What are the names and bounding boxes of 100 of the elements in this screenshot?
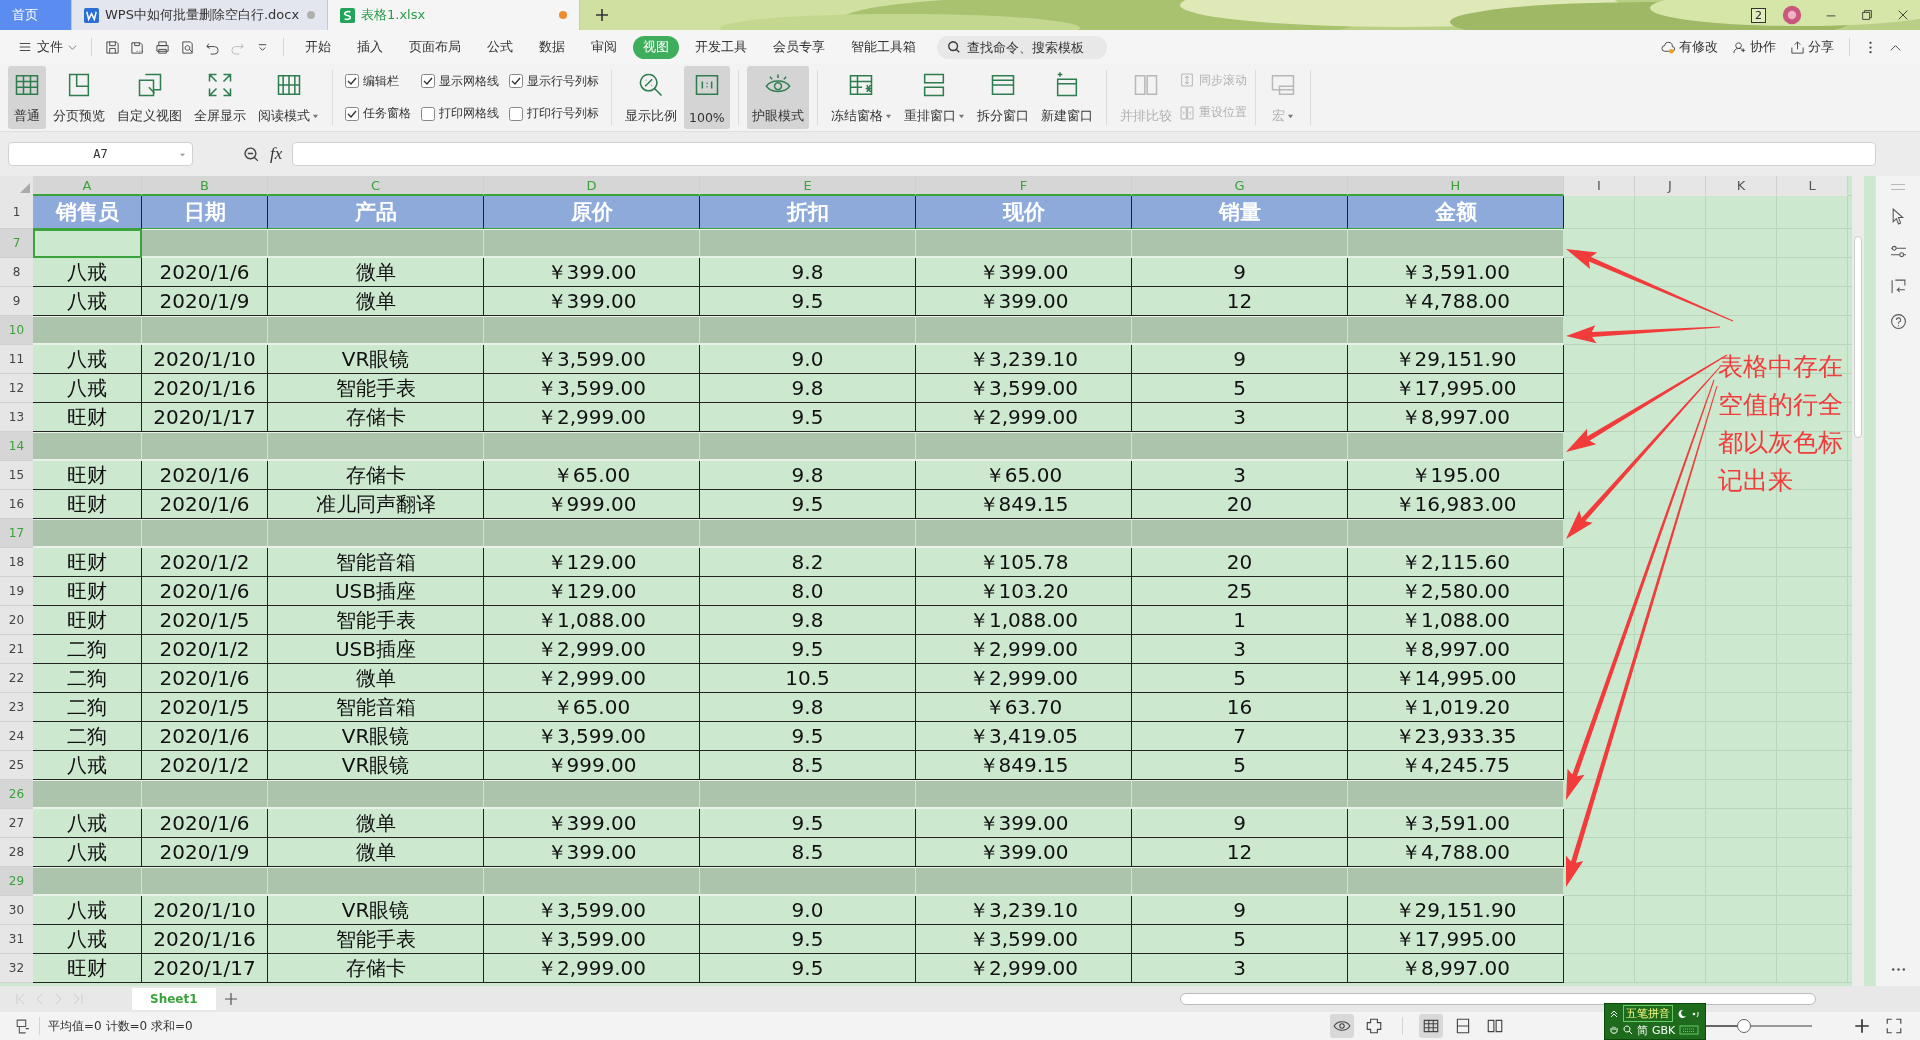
name-box[interactable]: A7 bbox=[8, 142, 193, 166]
row-number[interactable]: 23 bbox=[0, 693, 33, 722]
checkbox-label[interactable]: 打印网格线 bbox=[439, 105, 499, 123]
column-header[interactable]: K bbox=[1706, 176, 1777, 196]
add-tab-icon[interactable] bbox=[594, 7, 610, 23]
window-count-badge[interactable]: 2 bbox=[1751, 7, 1766, 23]
ime-toolbar[interactable]: 五笔拼音 简 GBK bbox=[1604, 1003, 1706, 1040]
search-field[interactable]: 查找命令、搜索模板 bbox=[937, 35, 1107, 59]
row-number[interactable]: 19 bbox=[0, 577, 33, 606]
toolbar-button[interactable]: 分享 bbox=[1790, 38, 1834, 56]
moon-icon[interactable] bbox=[1677, 1008, 1687, 1019]
eye-icon[interactable] bbox=[1330, 1014, 1354, 1038]
ribbon-tab[interactable]: 开始 bbox=[295, 35, 341, 59]
ribbon-button[interactable]: 护眼模式 bbox=[746, 66, 809, 129]
ribbon-tab[interactable]: 公式 bbox=[477, 35, 523, 59]
file-menu[interactable]: 文件 bbox=[12, 38, 83, 56]
ribbon-tab[interactable]: 审阅 bbox=[581, 35, 627, 59]
zoom-icon[interactable] bbox=[243, 145, 260, 163]
column-header[interactable]: I bbox=[1564, 176, 1635, 196]
ribbon-button[interactable]: 拆分窗口 bbox=[971, 66, 1034, 129]
ribbon-button[interactable]: 100% bbox=[684, 66, 730, 129]
row-number[interactable]: 27 bbox=[0, 809, 33, 838]
checkbox-label[interactable]: 显示行号列标 bbox=[527, 72, 599, 90]
ribbon-button[interactable]: 新建窗口 bbox=[1035, 66, 1098, 129]
row-number[interactable]: 12 bbox=[0, 374, 33, 403]
row-number[interactable]: 24 bbox=[0, 722, 33, 751]
row-number[interactable]: 25 bbox=[0, 751, 33, 780]
ribbon-button[interactable]: 阅读模式 bbox=[253, 66, 324, 129]
hand-icon[interactable] bbox=[1609, 1025, 1619, 1036]
checkbox[interactable] bbox=[345, 106, 359, 121]
caret-icon bbox=[1286, 113, 1294, 120]
ribbon-button[interactable]: 普通 bbox=[8, 66, 46, 129]
column-header[interactable]: J bbox=[1635, 176, 1706, 196]
ribbon-button[interactable]: 冻结窗格 bbox=[825, 66, 897, 129]
file-tab[interactable]: WPS中如何批量删除空白行.docx bbox=[72, 0, 328, 30]
toolbar-button[interactable]: 协作 bbox=[1732, 38, 1776, 56]
checkbox[interactable] bbox=[421, 106, 435, 121]
table-cell: 旺财 bbox=[33, 954, 142, 983]
row-number[interactable]: 30 bbox=[0, 896, 33, 925]
row-number[interactable]: 20 bbox=[0, 606, 33, 635]
ime-mode[interactable]: 简 bbox=[1637, 1022, 1648, 1038]
sliders-icon[interactable] bbox=[1889, 243, 1907, 260]
row-number[interactable]: 8 bbox=[0, 258, 33, 287]
preview-icon[interactable] bbox=[180, 39, 195, 55]
input-method-name[interactable]: 五笔拼音 bbox=[1623, 1005, 1673, 1023]
keyboard-icon[interactable] bbox=[1679, 1025, 1700, 1036]
print-icon[interactable] bbox=[155, 39, 170, 55]
checkbox-label[interactable]: 任务窗格 bbox=[363, 105, 411, 123]
row-number[interactable]: 28 bbox=[0, 838, 33, 867]
document-icon bbox=[84, 7, 99, 23]
toolbar-button[interactable]: 有修改 bbox=[1661, 38, 1718, 56]
ribbon-tab[interactable]: 插入 bbox=[347, 35, 393, 59]
ribbon-button[interactable]: 全屏显示 bbox=[189, 66, 251, 129]
row-number[interactable]: 31 bbox=[0, 925, 33, 954]
row-number[interactable]: 11 bbox=[0, 345, 33, 374]
formula-input[interactable] bbox=[292, 142, 1876, 166]
checkbox[interactable] bbox=[345, 74, 359, 89]
ribbon-tab[interactable]: 页面布局 bbox=[399, 35, 471, 59]
ribbon-tab[interactable]: 会员专享 bbox=[763, 35, 835, 59]
row-number[interactable]: 21 bbox=[0, 635, 33, 664]
function-button[interactable]: fx bbox=[270, 144, 283, 164]
checkbox-label[interactable]: 编辑栏 bbox=[363, 72, 399, 90]
ribbon-button[interactable]: 显示比例 bbox=[620, 66, 682, 129]
row-number[interactable]: 18 bbox=[0, 548, 33, 577]
grid-icon[interactable] bbox=[1419, 1014, 1443, 1038]
row-number[interactable]: 9 bbox=[0, 287, 33, 316]
expand-icon[interactable] bbox=[1609, 1008, 1619, 1019]
slider-thumb[interactable] bbox=[1736, 1019, 1751, 1033]
ribbon-button[interactable]: 重排窗口 bbox=[898, 66, 970, 129]
column-header[interactable]: L bbox=[1777, 176, 1848, 196]
ribbon-tab[interactable]: 数据 bbox=[529, 35, 575, 59]
scrollbar[interactable] bbox=[1852, 176, 1864, 986]
checkbox[interactable] bbox=[509, 74, 523, 89]
add-sheet-icon[interactable] bbox=[223, 992, 238, 1006]
swap-icon[interactable] bbox=[1889, 278, 1907, 295]
close-icon[interactable] bbox=[1896, 8, 1910, 22]
row-number[interactable]: 15 bbox=[0, 461, 33, 490]
row-number[interactable]: 32 bbox=[0, 954, 33, 983]
row-number[interactable]: 13 bbox=[0, 403, 33, 432]
checkbox-label[interactable]: 打印行号列标 bbox=[527, 105, 599, 123]
row-number[interactable]: 1 bbox=[0, 196, 33, 229]
search-icon[interactable] bbox=[1623, 1025, 1633, 1036]
table-cell: 9.8 bbox=[700, 374, 916, 403]
ribbon-button[interactable]: 分页预览 bbox=[48, 66, 110, 129]
ribbon-button[interactable]: 自定义视图 bbox=[112, 66, 187, 129]
save-icon[interactable] bbox=[105, 39, 120, 55]
macro-icon[interactable] bbox=[14, 1017, 31, 1035]
save-as-icon[interactable] bbox=[130, 39, 145, 55]
help-icon[interactable] bbox=[1889, 313, 1907, 330]
row-number[interactable]: 16 bbox=[0, 490, 33, 519]
share-icon bbox=[1790, 39, 1805, 55]
checkbox-label[interactable]: 显示网格线 bbox=[439, 72, 499, 90]
avatar-icon[interactable] bbox=[1782, 5, 1802, 25]
checkbox[interactable] bbox=[421, 74, 435, 89]
row-number[interactable]: 22 bbox=[0, 664, 33, 693]
ribbon-tab[interactable]: 开发工具 bbox=[685, 35, 757, 59]
restore-icon[interactable] bbox=[1860, 8, 1874, 22]
checkbox[interactable] bbox=[509, 106, 523, 121]
ime-charset[interactable]: GBK bbox=[1652, 1023, 1676, 1037]
ribbon-tab[interactable]: 智能工具箱 bbox=[841, 35, 926, 59]
